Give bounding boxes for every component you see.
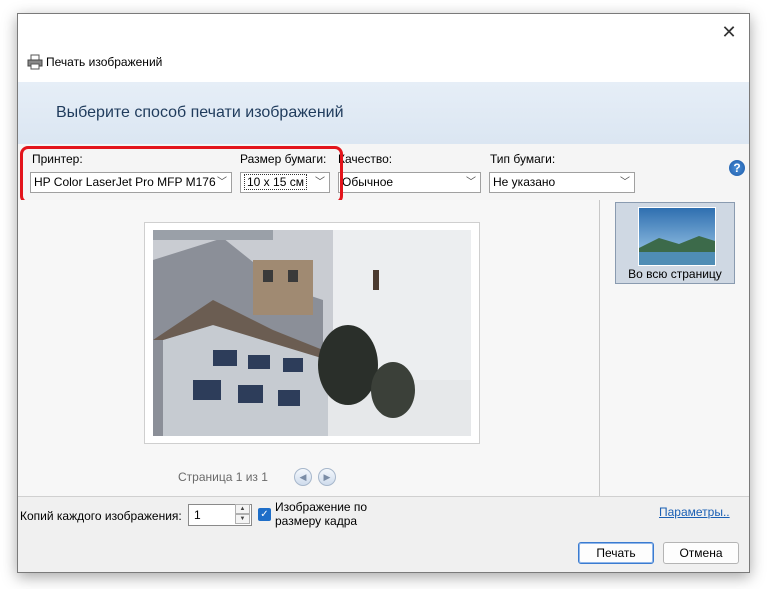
- options-link[interactable]: Параметры..: [659, 505, 730, 519]
- print-pictures-dialog: ✕ Печать изображений Выберите способ печ…: [17, 13, 750, 573]
- fit-to-frame-label-line1: Изображение по: [275, 500, 368, 514]
- copies-label: Копий каждого изображения:: [20, 509, 182, 523]
- chevron-down-icon[interactable]: ▼: [235, 514, 250, 524]
- chevron-up-icon[interactable]: ▲: [235, 504, 250, 514]
- landscape-thumbnail-icon: [638, 207, 716, 266]
- print-button[interactable]: Печать: [578, 542, 654, 564]
- fit-to-frame-label: Изображение по размеру кадра: [275, 500, 367, 528]
- layout-item-label: Во всю страницу: [628, 267, 722, 281]
- preview-page: [144, 222, 480, 444]
- photo-preview: [153, 230, 471, 436]
- title-bar: ✕ Печать изображений: [18, 14, 749, 82]
- quality-select-value: Обычное: [342, 175, 394, 189]
- fit-to-frame-checkbox[interactable]: ✓: [258, 508, 271, 521]
- print-preview-area: Страница 1 из 1 ◀ ▶: [18, 200, 600, 496]
- bottom-bar: Копий каждого изображения: 1 ▲ ▼ ✓ Изобр…: [18, 496, 749, 572]
- paper-type-label: Тип бумаги:: [490, 152, 556, 166]
- arrow-left-icon[interactable]: ◀: [294, 468, 312, 486]
- paper-type-select[interactable]: Не указано ﹀: [489, 172, 635, 193]
- layout-item-full-page[interactable]: Во всю страницу: [615, 202, 735, 284]
- layout-list: Во всю страницу: [600, 200, 749, 496]
- window-title: Печать изображений: [46, 55, 163, 69]
- quality-select[interactable]: Обычное ﹀: [338, 172, 481, 193]
- arrow-right-icon[interactable]: ▶: [318, 468, 336, 486]
- highlight-annotation: [20, 146, 343, 204]
- printer-icon: [27, 54, 43, 70]
- chevron-down-icon: ﹀: [620, 177, 630, 188]
- header-banner: Выберите способ печати изображений: [18, 82, 749, 144]
- page-title: Выберите способ печати изображений: [56, 104, 344, 121]
- quality-label: Качество:: [338, 152, 393, 166]
- help-icon[interactable]: ?: [729, 160, 745, 176]
- copies-stepper[interactable]: ▲ ▼: [235, 504, 250, 526]
- chevron-down-icon: ﹀: [466, 177, 476, 188]
- page-info: Страница 1 из 1: [178, 470, 268, 484]
- fit-to-frame-label-line2: размеру кадра: [275, 514, 358, 528]
- page: ✕ Печать изображений Выберите способ печ…: [0, 0, 767, 589]
- close-icon[interactable]: ✕: [715, 18, 743, 46]
- cancel-button[interactable]: Отмена: [663, 542, 739, 564]
- paper-type-select-value: Не указано: [493, 175, 556, 189]
